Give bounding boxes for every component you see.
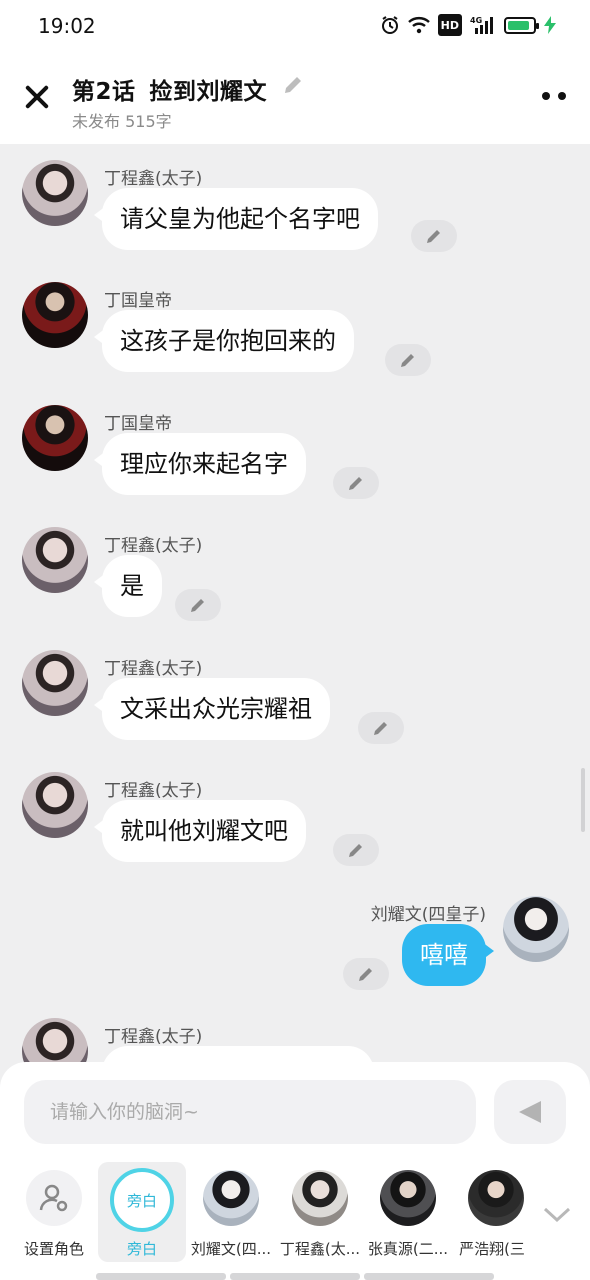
avatar[interactable] bbox=[503, 896, 569, 962]
chapter-title: 捡到刘耀文 bbox=[149, 79, 268, 105]
more-dot-icon bbox=[542, 92, 550, 100]
chapter-number: 第2话 bbox=[72, 79, 136, 105]
speaker-name: 丁程鑫(太子) bbox=[104, 1027, 203, 1047]
speaker-name: 丁程鑫(太子) bbox=[104, 781, 203, 801]
avatar[interactable] bbox=[22, 527, 88, 593]
page-title: 第2话 捡到刘耀文 bbox=[72, 72, 267, 106]
role-label: 严浩翔(三 bbox=[459, 1240, 525, 1258]
pencil-icon bbox=[427, 230, 440, 243]
avatar bbox=[468, 1170, 524, 1226]
edit-title-icon[interactable] bbox=[282, 74, 304, 96]
avatar[interactable] bbox=[22, 650, 88, 716]
avatar[interactable] bbox=[22, 405, 88, 471]
role-label: 丁程鑫(太... bbox=[279, 1240, 361, 1258]
message-bubble[interactable]: 是 bbox=[94, 555, 162, 617]
avatar[interactable] bbox=[22, 282, 88, 348]
chat-message: 丁程鑫(太子) 就叫他刘耀文吧 bbox=[0, 770, 590, 880]
chapter-status: 未发布 515字 bbox=[72, 112, 172, 131]
hd-icon: HD bbox=[437, 14, 462, 36]
4g-signal-icon: 4G bbox=[470, 14, 496, 36]
role-character[interactable]: 张真源(二... bbox=[364, 1162, 452, 1262]
avatar[interactable] bbox=[22, 160, 88, 226]
status-icons: HD 4G bbox=[380, 14, 556, 36]
pencil-icon bbox=[374, 722, 387, 735]
speaker-name: 刘耀文(四皇子) bbox=[370, 905, 486, 925]
pencil-icon bbox=[191, 599, 204, 612]
role-label: 刘耀文(四... bbox=[190, 1240, 272, 1258]
message-bubble[interactable]: 理应你来起名字 bbox=[94, 433, 306, 495]
avatar bbox=[292, 1170, 348, 1226]
person-settings-icon bbox=[26, 1170, 82, 1226]
chat-message-self: 刘耀文(四皇子) 嘻嘻 bbox=[0, 894, 590, 1004]
edit-message-button[interactable] bbox=[411, 220, 457, 252]
message-bubble[interactable]: 文采出众光宗耀祖 bbox=[94, 678, 330, 740]
more-options-button[interactable] bbox=[542, 92, 566, 100]
edit-message-button[interactable] bbox=[333, 834, 379, 866]
more-dot-icon bbox=[558, 92, 566, 100]
close-icon[interactable] bbox=[20, 80, 54, 114]
home-indicator-segment bbox=[364, 1273, 494, 1280]
pencil-icon bbox=[349, 844, 362, 857]
send-icon bbox=[519, 1101, 541, 1123]
role-selector: 设置角色 旁白 旁白 刘耀文(四... 丁程鑫(太... 张真源(二... 严浩… bbox=[0, 1162, 590, 1262]
chat-message: 丁程鑫(太子) 是 bbox=[0, 525, 590, 635]
home-indicator-segment bbox=[96, 1273, 226, 1280]
editor-header: 第2话 捡到刘耀文 未发布 515字 bbox=[0, 52, 590, 144]
charging-icon bbox=[544, 14, 556, 36]
composer-panel: 请输入你的脑洞~ 设置角色 旁白 旁白 刘耀文(四... 丁程鑫(太... 张真… bbox=[0, 1062, 590, 1280]
pencil-icon bbox=[349, 477, 362, 490]
role-label: 设置角色 bbox=[23, 1240, 84, 1258]
speaker-name: 丁程鑫(太子) bbox=[104, 659, 203, 679]
message-input[interactable]: 请输入你的脑洞~ bbox=[24, 1080, 476, 1144]
role-character[interactable]: 刘耀文(四... bbox=[187, 1162, 275, 1262]
edit-message-button[interactable] bbox=[385, 344, 431, 376]
status-bar: 19:02 HD 4G bbox=[0, 0, 590, 52]
message-bubble[interactable]: 嘻嘻 bbox=[402, 924, 494, 986]
battery-icon bbox=[504, 16, 539, 34]
chat-list[interactable]: 丁程鑫(太子) 请父皇为他起个名字吧 丁国皇帝 这孩子是你抱回来的 丁国皇帝 理… bbox=[0, 144, 590, 1074]
role-character[interactable]: 丁程鑫(太... bbox=[276, 1162, 364, 1262]
edit-message-button[interactable] bbox=[175, 589, 221, 621]
home-indicator-segment bbox=[230, 1273, 360, 1280]
role-label: 张真源(二... bbox=[367, 1240, 449, 1258]
message-bubble[interactable]: 这孩子是你抱回来的 bbox=[94, 310, 354, 372]
status-time: 19:02 bbox=[38, 14, 96, 38]
role-narration[interactable]: 旁白 旁白 bbox=[98, 1162, 186, 1262]
avatar bbox=[203, 1170, 259, 1226]
message-bubble[interactable]: 就叫他刘耀文吧 bbox=[94, 800, 306, 862]
speaker-name: 丁国皇帝 bbox=[104, 414, 172, 434]
role-label: 旁白 bbox=[126, 1240, 157, 1258]
wifi-icon bbox=[407, 14, 430, 36]
role-set-character[interactable]: 设置角色 bbox=[10, 1162, 98, 1262]
speaker-name: 丁国皇帝 bbox=[104, 291, 172, 311]
pencil-icon bbox=[401, 354, 414, 367]
home-indicator bbox=[96, 1273, 494, 1280]
chat-message: 丁程鑫(太子) 请父皇为他起个名字吧 bbox=[0, 158, 590, 268]
scrollbar[interactable] bbox=[581, 768, 585, 832]
avatar bbox=[380, 1170, 436, 1226]
send-button[interactable] bbox=[494, 1080, 566, 1144]
pencil-icon bbox=[359, 968, 372, 981]
chevron-down-icon[interactable] bbox=[542, 1204, 572, 1224]
edit-message-button[interactable] bbox=[343, 958, 389, 990]
narration-badge: 旁白 bbox=[110, 1168, 174, 1232]
alarm-icon bbox=[380, 14, 400, 36]
chat-message: 丁国皇帝 这孩子是你抱回来的 bbox=[0, 280, 590, 390]
speaker-name: 丁程鑫(太子) bbox=[104, 536, 203, 556]
svg-text:4G: 4G bbox=[470, 16, 482, 25]
edit-message-button[interactable] bbox=[358, 712, 404, 744]
speaker-name: 丁程鑫(太子) bbox=[104, 169, 203, 189]
chat-message: 丁程鑫(太子) 文采出众光宗耀祖 bbox=[0, 648, 590, 758]
chat-message: 丁国皇帝 理应你来起名字 bbox=[0, 403, 590, 513]
message-bubble[interactable]: 请父皇为他起个名字吧 bbox=[94, 188, 378, 250]
edit-message-button[interactable] bbox=[333, 467, 379, 499]
role-character[interactable]: 严浩翔(三 bbox=[452, 1162, 532, 1262]
avatar[interactable] bbox=[22, 772, 88, 838]
